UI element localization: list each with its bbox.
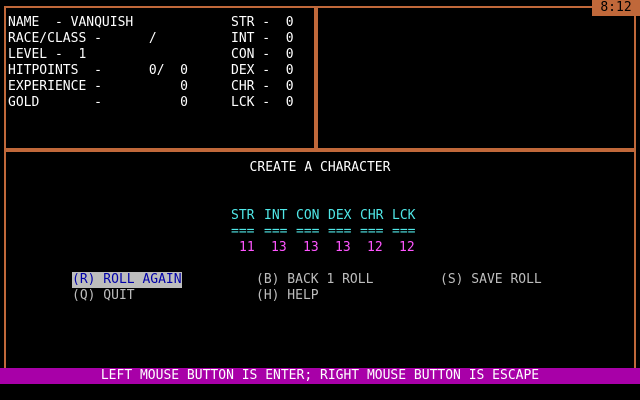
rolled-str-sep: === <box>231 224 255 239</box>
rolled-con-sep: === <box>296 224 320 239</box>
clock-display: 8:12 <box>592 0 640 16</box>
rolled-chr-sep: === <box>360 224 384 239</box>
rolled-chr-name: CHR <box>360 208 384 223</box>
rolled-lck-name: LCK <box>392 208 416 223</box>
rolled-int-name: INT <box>264 208 288 223</box>
quit-option[interactable]: (Q) QUIT <box>72 288 135 304</box>
stat-dex-line: DEX - 0 <box>231 63 294 78</box>
char-name-line: NAME - VANQUISH <box>8 15 134 30</box>
save-roll-option[interactable]: (S) SAVE ROLL <box>440 272 542 288</box>
rolled-dex-value: 13 <box>335 240 351 255</box>
rolled-lck-value: 12 <box>399 240 415 255</box>
stat-str-line: STR - 0 <box>231 15 294 30</box>
help-option[interactable]: (H) HELP <box>256 288 319 304</box>
roll-again-option[interactable]: (R) ROLL AGAIN <box>72 272 182 288</box>
rolled-dex-sep: === <box>328 224 352 239</box>
stat-con-line: CON - 0 <box>231 47 294 62</box>
char-race-class-line: RACE/CLASS - / <box>8 31 157 46</box>
char-hitpoints-line: HITPOINTS - 0/ 0 <box>8 63 189 78</box>
rolled-con-name: CON <box>296 208 320 223</box>
create-character-panel <box>4 150 636 370</box>
rolled-int-value: 13 <box>271 240 287 255</box>
create-title: CREATE A CHARACTER <box>249 160 391 175</box>
rolled-dex-name: DEX <box>328 208 352 223</box>
char-gold-line: GOLD - 0 <box>8 95 189 110</box>
rolled-con-value: 13 <box>303 240 319 255</box>
portrait-panel <box>316 6 636 150</box>
mouse-hint-bar: LEFT MOUSE BUTTON IS ENTER; RIGHT MOUSE … <box>0 368 640 384</box>
stat-lck-line: LCK - 0 <box>231 95 294 110</box>
rolled-str-value: 11 <box>239 240 255 255</box>
char-experience-line: EXPERIENCE - 0 <box>8 79 189 94</box>
stat-int-line: INT - 0 <box>231 31 294 46</box>
rolled-str-name: STR <box>231 208 255 223</box>
back-one-roll-option[interactable]: (B) BACK 1 ROLL <box>256 272 373 288</box>
rolled-lck-sep: === <box>392 224 416 239</box>
rolled-chr-value: 12 <box>367 240 383 255</box>
stat-chr-line: CHR - 0 <box>231 79 294 94</box>
char-level-line: LEVEL - 1 <box>8 47 87 62</box>
rolled-int-sep: === <box>264 224 288 239</box>
